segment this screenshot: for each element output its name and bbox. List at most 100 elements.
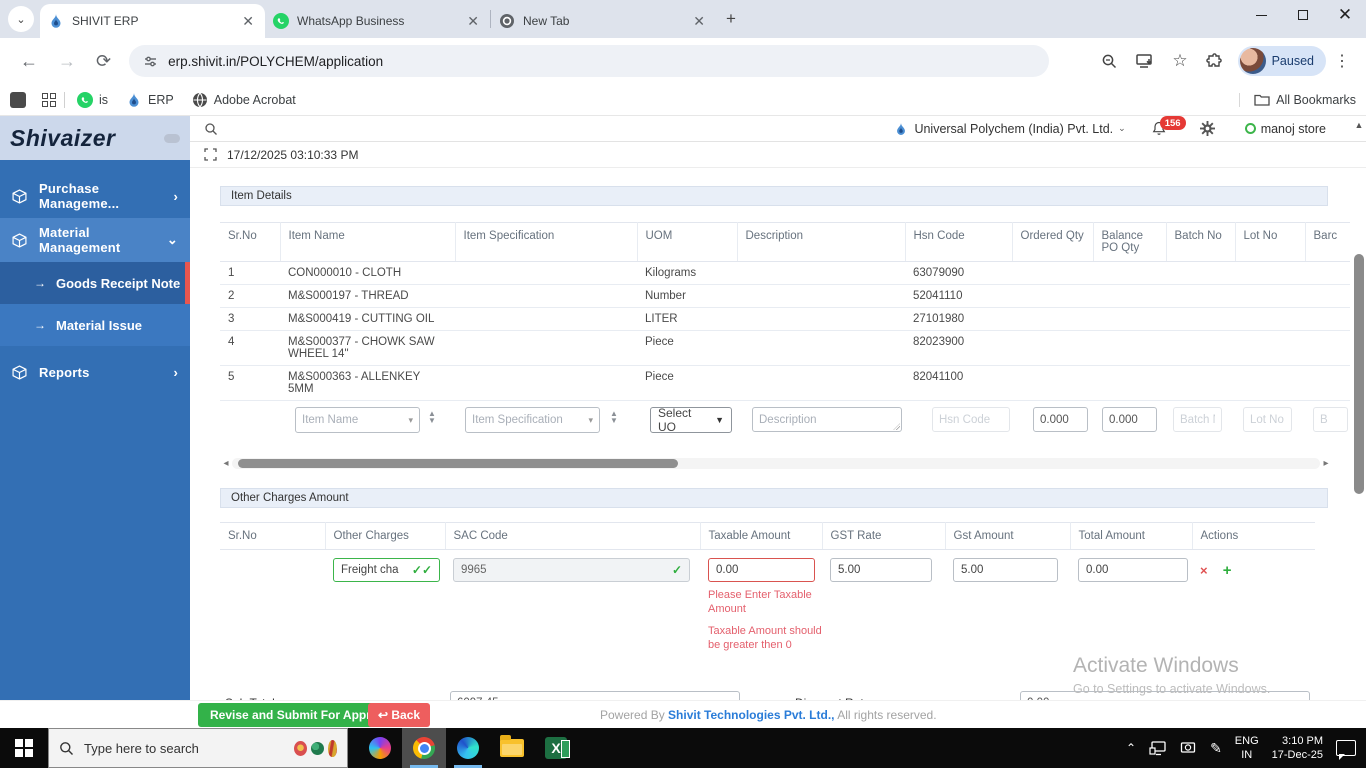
scroll-up-icon[interactable]: ▲ <box>1352 120 1366 130</box>
sidebar-item-purchase-management[interactable]: Purchase Manageme... › <box>0 174 190 218</box>
start-button[interactable] <box>0 728 48 768</box>
extensions-puzzle-icon[interactable] <box>1197 52 1232 70</box>
scrollbar-track[interactable] <box>232 458 1320 469</box>
bookmark-whatsapp[interactable]: is <box>77 91 108 108</box>
chevron-down-icon: ▼ <box>715 415 724 425</box>
resize-handle[interactable] <box>893 423 900 430</box>
pen-icon[interactable]: ✎ <box>1210 740 1222 757</box>
lot-no-input[interactable] <box>1243 407 1292 432</box>
browser-menu-icon[interactable]: ⋮ <box>1326 51 1356 71</box>
tab-close-icon[interactable]: ✕ <box>239 13 257 30</box>
sac-code-field[interactable]: 9965 ✓ <box>453 558 690 582</box>
tab-search-button[interactable]: ⌄ <box>8 6 34 32</box>
taskbar-file-explorer-icon[interactable] <box>490 728 534 768</box>
other-charge-type-field[interactable]: Freight cha ✓✓ <box>333 558 440 582</box>
taskbar-copilot-icon[interactable] <box>358 728 402 768</box>
vertical-scrollbar[interactable]: ▲ <box>1352 120 1366 696</box>
forward-icon[interactable]: → <box>48 51 86 72</box>
apps-grid-icon[interactable] <box>42 92 56 107</box>
horizontal-scrollbar[interactable]: ◂ ▸ <box>220 457 1332 470</box>
bookmark-star-icon[interactable]: ☆ <box>1163 51 1196 71</box>
scrollbar-thumb[interactable] <box>238 459 678 468</box>
scroll-left-icon[interactable]: ◂ <box>220 458 232 469</box>
table-header-row: Sr.No Other Charges SAC Code Taxable Amo… <box>220 522 1315 550</box>
tab-close-icon[interactable]: ✕ <box>690 13 708 30</box>
back-icon[interactable]: ← <box>10 51 48 72</box>
tab-shivit-erp[interactable]: SHIVIT ERP ✕ <box>40 4 265 38</box>
select-placeholder: Item Specification <box>472 414 563 426</box>
item-spec-spinner[interactable]: ▲ ▼ <box>610 410 618 425</box>
folder-icon <box>1254 93 1270 106</box>
action-center-icon[interactable] <box>1336 740 1356 760</box>
shivit-link[interactable]: Shivit Technologies Pvt. Ltd., <box>668 708 834 722</box>
sidebar-item-material-management[interactable]: Material Management ⌄ <box>0 218 190 262</box>
taskbar-excel-icon[interactable]: X <box>534 728 578 768</box>
item-spec-select[interactable]: Item Specification ▾ <box>465 407 600 433</box>
sidebar-item-reports[interactable]: Reports › <box>0 350 190 394</box>
settings-gear-icon[interactable] <box>1199 121 1215 136</box>
taskbar-chrome-icon[interactable] <box>402 728 446 768</box>
profile-button[interactable]: Paused <box>1237 46 1326 76</box>
chevron-down-icon: ▾ <box>588 414 593 425</box>
bookmark-erp[interactable]: ERP <box>126 92 174 108</box>
barcode-input[interactable] <box>1313 407 1348 432</box>
window-maximize-button[interactable] <box>1282 0 1324 30</box>
item-name-spinner[interactable]: ▲ ▼ <box>428 410 436 425</box>
all-bookmarks-button[interactable]: All Bookmarks <box>1239 92 1356 107</box>
tray-expand-icon[interactable]: ⌃ <box>1126 741 1136 755</box>
network-display-icon[interactable] <box>1149 740 1167 756</box>
sidebar-collapse-toggle[interactable] <box>164 133 180 143</box>
tab-whatsapp-business[interactable]: WhatsApp Business ✕ <box>265 4 490 38</box>
validation-error: Please Enter Taxable Amount <box>708 589 812 616</box>
fullscreen-icon[interactable] <box>204 148 217 161</box>
column-header: Actions <box>1191 522 1315 550</box>
table-row: 4 M&S000377 - CHOWK SAW WHEEL 14" Piece … <box>220 330 1350 366</box>
scrollbar-thumb[interactable] <box>1354 254 1364 494</box>
hsn-code-input[interactable] <box>932 407 1010 432</box>
tab-new-tab[interactable]: New Tab ✕ <box>491 4 716 38</box>
cell-srno: 3 <box>220 307 280 331</box>
chevron-down-icon: ▾ <box>408 414 413 425</box>
new-tab-button[interactable]: + <box>716 9 746 29</box>
bookmark-adobe-acrobat[interactable]: Adobe Acrobat <box>192 92 296 108</box>
sidebar-item-goods-receipt-note[interactable]: → Goods Receipt Note <box>0 262 190 304</box>
window-minimize-button[interactable] <box>1240 0 1282 30</box>
search-icon[interactable] <box>204 122 218 136</box>
pinned-app-icon[interactable] <box>10 91 26 108</box>
notifications-button[interactable]: 156 <box>1152 116 1186 136</box>
balance-qty-input[interactable] <box>1102 407 1157 432</box>
uom-select[interactable]: Select UO ▼ <box>650 406 732 434</box>
store-selector[interactable]: manoj store <box>1244 122 1326 136</box>
total-amount-field[interactable]: 0.00 <box>1078 558 1188 582</box>
ordered-qty-input[interactable] <box>1033 407 1088 432</box>
window-close-button[interactable]: ✕ <box>1324 0 1366 30</box>
address-bar[interactable]: erp.shivit.in/POLYCHEM/application <box>129 45 1050 77</box>
cell-balance-qty <box>1093 365 1166 401</box>
site-settings-icon[interactable] <box>143 54 158 69</box>
validation-error: Taxable Amount should be greater then 0 <box>708 625 822 652</box>
install-app-icon[interactable] <box>1127 53 1163 69</box>
add-row-icon[interactable]: + <box>1223 562 1232 579</box>
sidebar-item-material-issue[interactable]: → Material Issue <box>0 304 190 346</box>
taskbar-search-box[interactable]: Type here to search <box>48 728 348 768</box>
tab-close-icon[interactable]: ✕ <box>464 13 482 30</box>
back-button[interactable]: ↩ Back <box>368 703 431 727</box>
gst-amount-field[interactable]: 5.00 <box>953 558 1058 582</box>
cast-icon[interactable] <box>1180 741 1197 755</box>
language-indicator[interactable]: ENG IN <box>1235 734 1259 763</box>
item-name-select[interactable]: Item Name ▾ <box>295 407 420 433</box>
taskbar-edge-icon[interactable] <box>446 728 490 768</box>
double-check-icon: ✓✓ <box>411 563 432 577</box>
remove-row-icon[interactable]: × <box>1200 563 1208 578</box>
reload-icon[interactable]: ⟳ <box>86 51 121 72</box>
sidebar-item-label: Goods Receipt Note <box>56 275 181 291</box>
zoom-icon[interactable] <box>1092 53 1127 70</box>
taskbar-clock[interactable]: 3:10 PM 17-Dec-25 <box>1272 734 1323 763</box>
taxable-amount-field[interactable]: 0.00 <box>708 558 815 582</box>
company-selector[interactable]: Universal Polychem (India) Pvt. Ltd. ⌄ <box>894 122 1126 136</box>
batch-no-input[interactable] <box>1173 407 1222 432</box>
description-input[interactable] <box>752 407 902 432</box>
gst-rate-field[interactable]: 5.00 <box>830 558 932 582</box>
table-row: 1 CON000010 - CLOTH Kilograms 63079090 <box>220 261 1350 285</box>
scroll-right-icon[interactable]: ▸ <box>1320 458 1332 469</box>
